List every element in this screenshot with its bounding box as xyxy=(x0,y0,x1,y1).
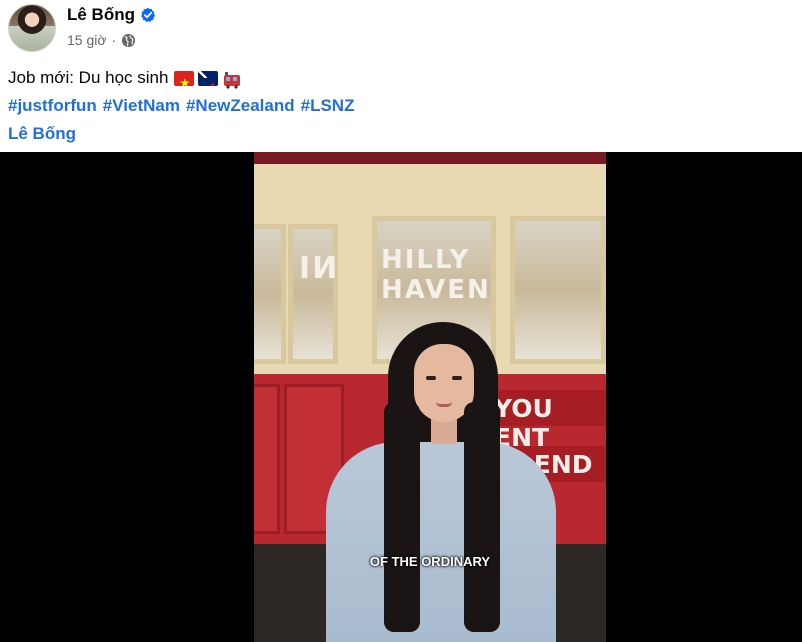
video-player[interactable]: NI HILLY HAVEN YOU ENT T END OF THE ORDI… xyxy=(0,152,802,642)
author-row: Lê Bống xyxy=(67,5,156,25)
flag-new-zealand-icon xyxy=(198,70,219,86)
subject-eye xyxy=(452,376,462,380)
flag-vietnam-icon xyxy=(174,70,195,86)
hashtag-list: #justforfun #VietNam #NewZealand #LSNZ xyxy=(8,92,788,120)
video-caption: OF THE ORDINARY xyxy=(369,554,491,569)
hashtag-link[interactable]: #justforfun xyxy=(8,96,97,115)
subject-eye xyxy=(426,376,436,380)
video-subject xyxy=(326,322,556,642)
tram-panel xyxy=(254,384,280,534)
post-timestamp[interactable]: 15 giờ xyxy=(67,32,107,48)
subject-dress xyxy=(326,442,556,642)
globe-icon[interactable] xyxy=(121,33,136,48)
hashtag-link[interactable]: #NewZealand xyxy=(186,96,295,115)
meta-separator: · xyxy=(111,32,117,48)
post-meta: 15 giờ · xyxy=(67,32,136,48)
hashtag-link[interactable]: #VietNam xyxy=(103,96,180,115)
hashtag-link[interactable]: #LSNZ xyxy=(301,96,355,115)
tram-icon xyxy=(222,70,242,89)
window-sign-text: HILLY HAVEN xyxy=(381,245,491,305)
subject-hair-strand xyxy=(464,402,500,632)
author-name[interactable]: Lê Bống xyxy=(67,5,135,25)
subject-mouth xyxy=(436,402,452,407)
author-avatar[interactable] xyxy=(8,4,56,52)
video-frame[interactable]: NI HILLY HAVEN YOU ENT T END OF THE ORDI… xyxy=(254,152,606,642)
mention-link[interactable]: Lê Bống xyxy=(8,124,76,143)
verified-badge-icon xyxy=(140,7,156,23)
post-body: Job mới: Du học sinh #justforfun #VietNam… xyxy=(8,64,788,148)
post-message: Job mới: Du học sinh xyxy=(8,68,169,87)
subject-hair-strand xyxy=(384,402,420,632)
post-header: Lê Bống 15 giờ · xyxy=(0,0,802,58)
tram-window xyxy=(254,224,286,364)
post-text-line: Job mới: Du học sinh xyxy=(8,64,788,92)
window-reflection-text: NI xyxy=(297,251,338,286)
